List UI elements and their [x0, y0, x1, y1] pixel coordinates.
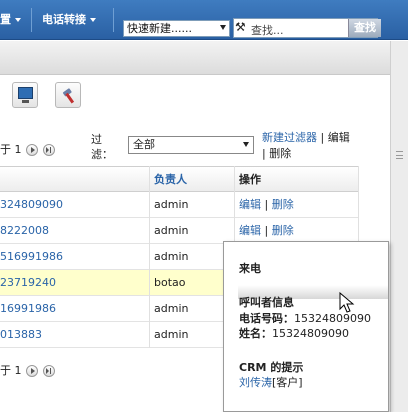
pager-text: 于 1	[0, 364, 22, 377]
chevron-down-icon	[90, 18, 96, 22]
search-placeholder: 查找...	[251, 24, 284, 37]
tools-button[interactable]	[55, 82, 81, 108]
table-row[interactable]: 324809090 admin 编辑 | 删除	[0, 192, 358, 218]
nav-divider	[113, 8, 114, 32]
nav-divider	[31, 8, 32, 32]
caller-name-value: 15324809090	[272, 327, 349, 340]
column-header-owner-label: 负责人	[154, 173, 187, 186]
last-page-icon[interactable]	[42, 365, 55, 377]
nav-menu-call-transfer[interactable]: 电话转接	[42, 0, 96, 40]
quick-create-select[interactable]: 快速新建......	[123, 20, 230, 37]
monitor-stand	[22, 100, 29, 103]
filter-label: 过滤：	[91, 133, 113, 161]
new-filter-link[interactable]: 新建过滤器	[262, 131, 317, 144]
crm-hint-heading: CRM 的提示	[239, 361, 304, 374]
delete-link[interactable]: 删除	[272, 198, 294, 211]
pager-text: 于 1	[0, 143, 22, 156]
next-page-icon[interactable]	[26, 144, 38, 156]
edit-link[interactable]: 编辑	[239, 224, 261, 237]
cell-number[interactable]: 013883	[0, 322, 42, 348]
sub-header-bar	[0, 41, 390, 75]
edit-filter-link[interactable]: 编辑	[328, 131, 350, 144]
tools-icon: ⚒	[235, 20, 246, 34]
cell-number[interactable]: 16991986	[0, 296, 56, 322]
caller-info-heading: 呼叫者信息	[239, 296, 294, 309]
monitor-button[interactable]	[12, 82, 38, 108]
crm-page: 置 电话转接 快速新建...... ⚒ 查找... 查找 于 1 过滤： 全部 …	[0, 0, 408, 412]
filter-select-value: 全部	[133, 138, 155, 151]
table-header: 负责人 操作	[0, 167, 358, 192]
search-button[interactable]: 查找	[348, 19, 381, 37]
scrollbar-grip[interactable]	[396, 151, 403, 159]
vertical-scrollbar[interactable]	[390, 41, 408, 412]
caller-phone-value: 15324809090	[294, 312, 371, 325]
column-divider	[149, 166, 150, 348]
last-page-icon[interactable]	[42, 144, 55, 156]
filter-links: 新建过滤器 | 编辑 | 删除	[262, 131, 350, 160]
cell-actions: 编辑 | 删除	[239, 198, 294, 211]
crm-contact-link[interactable]: 刘传涛	[239, 376, 272, 389]
mouse-pointer-icon	[339, 292, 355, 313]
monitor-icon	[18, 87, 33, 99]
popup-title: 来电	[239, 262, 261, 275]
nav-menu-settings[interactable]: 置	[0, 0, 21, 40]
cell-owner: admin	[154, 224, 189, 237]
filter-select[interactable]: 全部	[128, 136, 254, 154]
cell-number[interactable]: 23719240	[0, 270, 56, 296]
chevron-down-icon	[15, 18, 21, 22]
top-nav-bar: 置 电话转接 快速新建...... ⚒ 查找... 查找	[0, 0, 408, 40]
pager-bottom: 于 1	[0, 362, 55, 378]
hammer-icon	[62, 88, 75, 104]
next-page-icon[interactable]	[26, 365, 38, 377]
column-header-actions: 操作	[239, 173, 261, 186]
delete-filter-link[interactable]: 删除	[269, 147, 291, 160]
caller-name: 姓名：15324809090	[239, 325, 349, 341]
nav-menu-call-transfer-label: 电话转接	[42, 13, 86, 26]
crm-contact: 刘传涛[客户]	[239, 374, 303, 390]
dropdown-arrow-icon	[220, 25, 226, 30]
column-header-owner[interactable]: 负责人	[154, 167, 187, 192]
cell-number[interactable]: 8222008	[0, 218, 49, 244]
edit-link[interactable]: 编辑	[239, 198, 261, 211]
cell-owner: admin	[154, 328, 189, 341]
delete-link[interactable]: 删除	[272, 224, 294, 237]
cell-number[interactable]: 516991986	[0, 244, 63, 270]
caller-phone-label: 电话号码：	[239, 312, 294, 325]
incoming-call-popup: 来电 呼叫者信息 电话号码：15324809090 姓名：15324809090…	[223, 241, 389, 412]
cell-owner: admin	[154, 250, 189, 263]
cell-number[interactable]: 324809090	[0, 192, 63, 218]
cell-owner: admin	[154, 302, 189, 315]
pager-top: 于 1	[0, 141, 55, 157]
quick-create-value: 快速新建......	[127, 22, 192, 35]
caller-name-label: 姓名：	[239, 327, 272, 340]
cell-owner: admin	[154, 198, 189, 211]
nav-menu-settings-label: 置	[0, 13, 11, 26]
cell-owner: botao	[154, 276, 186, 289]
dropdown-arrow-icon	[243, 142, 249, 147]
crm-contact-type: [客户]	[272, 376, 303, 389]
